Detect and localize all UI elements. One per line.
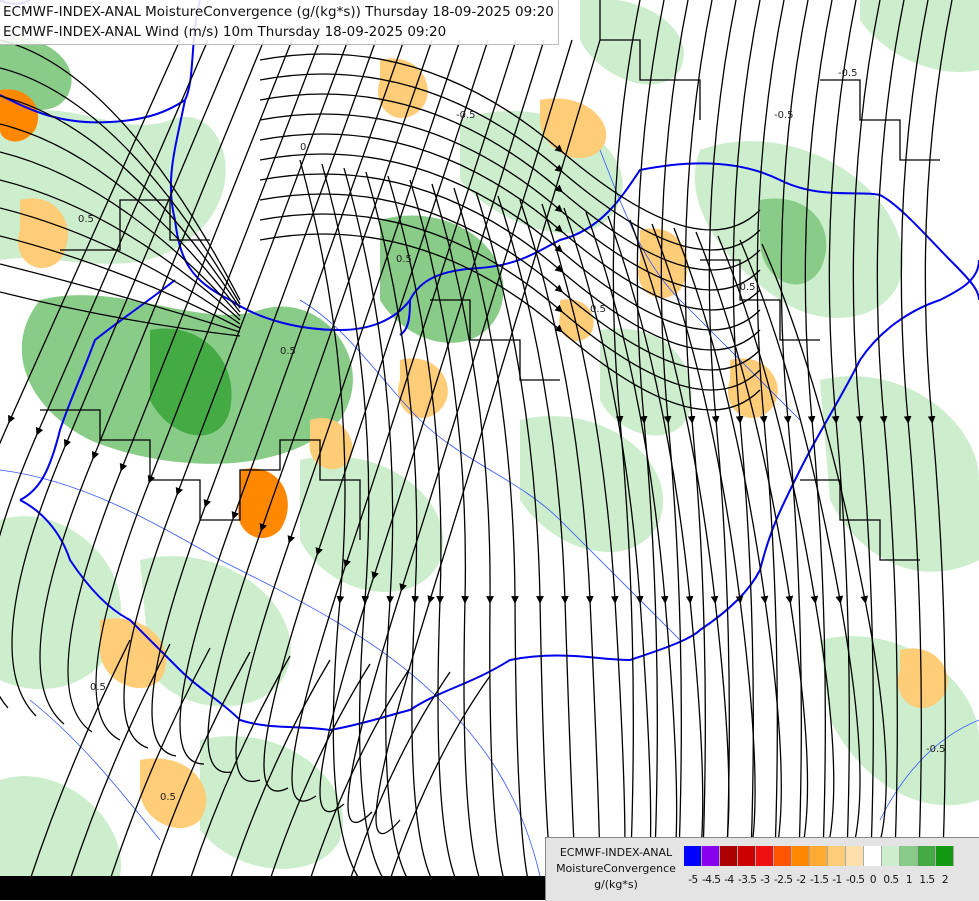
contour-label: -0.5 xyxy=(456,110,476,121)
no-data-strip xyxy=(0,876,545,900)
legend-swatch xyxy=(828,846,846,866)
contour-label: -0.5 xyxy=(736,282,756,293)
contour-label: -0.5 xyxy=(774,110,794,121)
contour-label: 0.5 xyxy=(160,792,176,803)
map-title-box: ECMWF-INDEX-ANAL MoistureConvergence (g/… xyxy=(0,0,559,45)
contour-label: 0.5 xyxy=(280,346,296,357)
legend-tick-label: -3.5 xyxy=(738,874,757,886)
legend-swatch xyxy=(900,846,918,866)
legend-swatch xyxy=(936,846,954,866)
legend-swatch xyxy=(756,846,774,866)
contour-label: 0.5 xyxy=(90,682,106,693)
title-wind: ECMWF-INDEX-ANAL Wind (m/s) 10m Thursday… xyxy=(3,24,447,40)
legend-swatch xyxy=(720,846,738,866)
legend-tick-label: -2 xyxy=(796,874,806,886)
legend-tick-label: -4 xyxy=(724,874,734,886)
legend-tick-label: -5 xyxy=(688,874,698,886)
legend-swatch xyxy=(882,846,900,866)
title-moisture-convergence: ECMWF-INDEX-ANAL MoistureConvergence (g/… xyxy=(3,4,554,20)
legend-swatches xyxy=(684,846,954,866)
legend-tick-label: 1.5 xyxy=(919,874,935,886)
contour-label: 0.5 xyxy=(78,214,94,225)
color-legend: ECMWF-INDEX-ANAL MoistureConvergence g/(… xyxy=(545,837,979,901)
legend-tick-label: -3 xyxy=(760,874,770,886)
legend-swatch xyxy=(918,846,936,866)
contour-label: 0.5 xyxy=(396,254,412,265)
legend-swatch xyxy=(846,846,864,866)
legend-title-unit: g/(kg*s) xyxy=(594,878,638,891)
legend-tick-label: -2.5 xyxy=(774,874,793,886)
contour-label: 0.5 xyxy=(590,304,606,315)
legend-tick-labels: -5 -4.5 -4 -3.5 -3 -2.5 -2 -1.5 -1 -0.5 0 0.5 1 1.5 2 xyxy=(684,874,954,886)
legend-swatch xyxy=(702,846,720,866)
contour-label: -0.5 xyxy=(838,68,858,79)
legend-title-model: ECMWF-INDEX-ANAL xyxy=(559,846,673,859)
legend-swatch xyxy=(774,846,792,866)
legend-swatch xyxy=(864,846,882,866)
legend-tick-label: -1.5 xyxy=(810,874,829,886)
legend-swatch xyxy=(738,846,756,866)
contour-label: 0 xyxy=(300,142,306,153)
legend-tick-label: 0.5 xyxy=(883,874,899,886)
legend-title-variable: MoistureConvergence xyxy=(556,862,676,875)
legend-tick-label: -0.5 xyxy=(846,874,865,886)
legend-swatch xyxy=(792,846,810,866)
legend-tick-label: -4.5 xyxy=(702,874,721,886)
contour-label: -0.5 xyxy=(926,744,946,755)
legend-tick-label: 2 xyxy=(941,874,949,886)
legend-tick-label: 1 xyxy=(905,874,913,886)
legend-swatch xyxy=(810,846,828,866)
legend-tick-label: -1 xyxy=(832,874,842,886)
legend-swatch xyxy=(684,846,702,866)
legend-tick-label: 0 xyxy=(869,874,877,886)
weather-map: 0.5 0 -0.5 -0.5 0.5 0.5 -0.5 -0.5 0.5 0.… xyxy=(0,0,979,900)
